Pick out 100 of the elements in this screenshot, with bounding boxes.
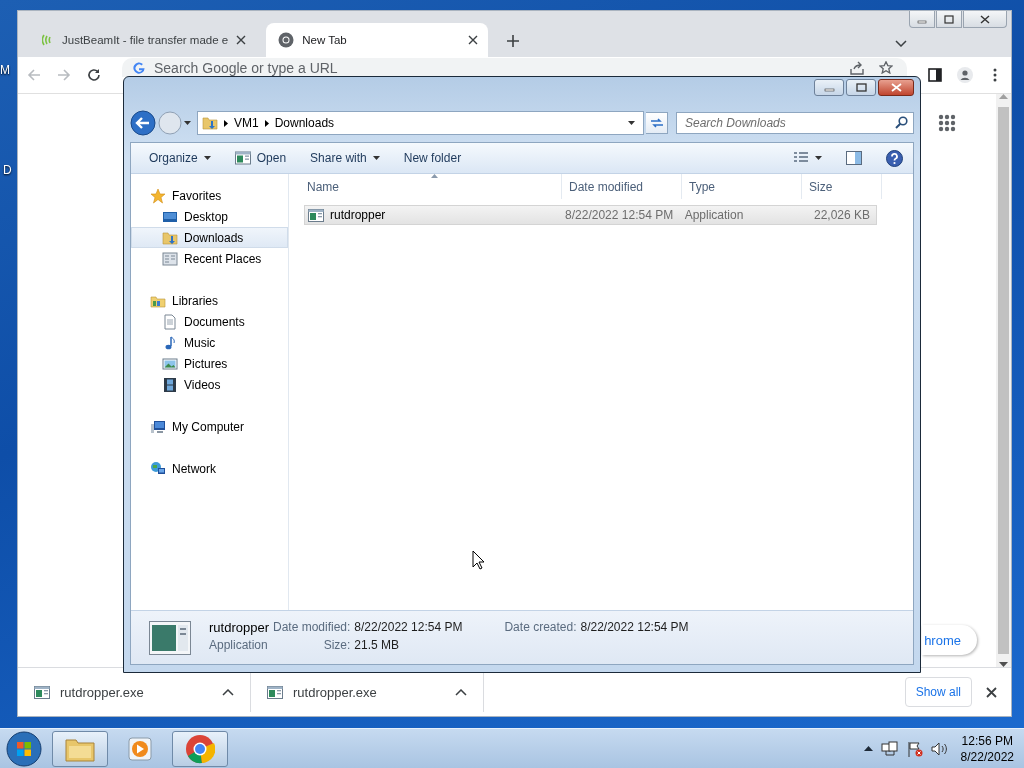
details-value: 21.5 MB bbox=[354, 637, 401, 654]
preview-pane-icon bbox=[846, 151, 862, 165]
minimize-button[interactable] bbox=[814, 79, 844, 96]
nav-item[interactable]: Libraries bbox=[131, 290, 288, 311]
details-label: Size: bbox=[322, 637, 351, 654]
reload-icon bbox=[86, 67, 102, 83]
reload-button[interactable] bbox=[86, 67, 102, 83]
breadcrumb-item[interactable]: Downloads bbox=[274, 116, 335, 130]
refresh-button[interactable] bbox=[646, 112, 668, 134]
nav-item[interactable]: Downloads bbox=[131, 227, 288, 248]
back-button[interactable] bbox=[130, 110, 156, 136]
close-icon bbox=[986, 686, 997, 698]
application-icon bbox=[308, 208, 324, 222]
close-icon bbox=[236, 35, 247, 45]
g-logo-icon bbox=[132, 61, 146, 75]
column-header[interactable]: Type bbox=[682, 174, 802, 199]
arrow-left-icon bbox=[26, 67, 42, 83]
network-icon bbox=[880, 740, 899, 757]
caret-icon bbox=[184, 121, 191, 125]
nav-item[interactable]: Desktop bbox=[131, 206, 288, 227]
details-file-name: rutdropper bbox=[209, 619, 269, 637]
close-downloads-button[interactable] bbox=[986, 686, 997, 698]
taskbar-app-button[interactable] bbox=[52, 730, 108, 767]
maximize-button[interactable] bbox=[846, 79, 876, 96]
nav-item[interactable]: Videos bbox=[131, 374, 288, 395]
profile-button[interactable] bbox=[957, 67, 973, 83]
file-name: rutdropper bbox=[330, 208, 386, 222]
browser-tab[interactable]: JustBeamIt - file transfer made e bbox=[30, 23, 257, 57]
globe-icon bbox=[150, 460, 166, 477]
clock[interactable]: 12:56 PM 8/22/2022 bbox=[956, 732, 1018, 765]
windows-orb-icon bbox=[6, 730, 42, 767]
share-icon bbox=[849, 61, 865, 75]
recent-pages-button[interactable] bbox=[184, 121, 191, 125]
breadcrumb-item[interactable]: VM1 bbox=[234, 116, 259, 130]
close-tab-button[interactable] bbox=[236, 35, 247, 45]
side-panel-button[interactable] bbox=[927, 67, 943, 83]
chevron-up-icon bbox=[222, 688, 234, 696]
clock-date: 8/22/2022 bbox=[960, 748, 1014, 765]
folder-icon bbox=[162, 229, 178, 246]
caret-icon bbox=[628, 121, 635, 125]
application-icon bbox=[234, 151, 251, 165]
application-icon bbox=[34, 685, 50, 699]
details-value: 8/22/2022 12:54 PM bbox=[580, 619, 689, 636]
maximize-icon bbox=[854, 83, 868, 92]
application-icon bbox=[149, 620, 191, 655]
chevron-down-icon bbox=[895, 40, 907, 47]
image-icon bbox=[162, 355, 178, 372]
folder-icon bbox=[202, 115, 218, 131]
star-icon bbox=[879, 61, 893, 74]
application-icon bbox=[267, 685, 283, 699]
help-icon bbox=[886, 149, 903, 167]
taskbar-app-button[interactable] bbox=[172, 730, 228, 767]
close-icon bbox=[979, 14, 991, 24]
grid-icon bbox=[162, 250, 178, 267]
close-icon bbox=[889, 83, 903, 92]
search-field[interactable]: Search Downloads bbox=[676, 112, 914, 134]
close-icon bbox=[468, 35, 479, 45]
column-header[interactable]: Name bbox=[300, 174, 562, 199]
start-button[interactable] bbox=[6, 730, 42, 767]
signal-wave-icon bbox=[42, 32, 54, 48]
nav-item[interactable]: Pictures bbox=[131, 353, 288, 374]
download-menu-button[interactable] bbox=[455, 688, 467, 696]
document-icon bbox=[162, 313, 178, 330]
toolbar-button[interactable]: New folder bbox=[393, 146, 472, 170]
clock-time: 12:56 PM bbox=[961, 732, 1013, 749]
nav-item[interactable]: Documents bbox=[131, 311, 288, 332]
column-header[interactable]: Size bbox=[802, 174, 882, 199]
close-tab-button[interactable] bbox=[468, 35, 479, 45]
close-button[interactable] bbox=[963, 11, 1007, 28]
scrollbar[interactable] bbox=[996, 94, 1011, 667]
computer-icon bbox=[150, 418, 166, 435]
chevron-up-icon bbox=[455, 688, 467, 696]
search-icon bbox=[895, 116, 908, 129]
nav-item[interactable]: Recent Places bbox=[131, 248, 288, 269]
desktop-icon-label: M bbox=[0, 63, 10, 77]
details-label: Date created: bbox=[504, 619, 577, 636]
desktop-icon-label: D bbox=[3, 163, 12, 177]
column-header[interactable]: Date modified bbox=[562, 174, 682, 199]
file-row[interactable]: rutdropper 8/22/2022 12:54 PM Application 22,026 KB bbox=[304, 205, 877, 225]
address-bar[interactable]: VM1 Downloads bbox=[197, 111, 644, 135]
nav-item[interactable]: Music bbox=[131, 332, 288, 353]
nav-item[interactable]: Network bbox=[131, 458, 288, 479]
browser-tab[interactable]: New Tab bbox=[266, 23, 489, 57]
customize-button[interactable]: hrome bbox=[922, 625, 977, 655]
nav-item[interactable]: Favorites bbox=[131, 185, 288, 206]
nav-item[interactable]: My Computer bbox=[131, 416, 288, 437]
show-all-button[interactable]: Show all bbox=[904, 677, 972, 707]
apps-button[interactable] bbox=[938, 114, 956, 132]
details-value: 8/22/2022 12:54 PM bbox=[354, 619, 463, 636]
maximize-button[interactable] bbox=[936, 11, 962, 28]
close-button[interactable] bbox=[878, 79, 914, 96]
toolbar-button[interactable]: Share with bbox=[300, 146, 390, 170]
download-menu-button[interactable] bbox=[222, 688, 234, 696]
speaker-icon bbox=[930, 740, 949, 757]
maximize-icon bbox=[943, 14, 955, 24]
toolbar-button[interactable]: Organize bbox=[139, 146, 221, 170]
new-tab-button[interactable] bbox=[506, 34, 521, 48]
toolbar-button[interactable]: Open bbox=[224, 146, 297, 170]
tab-list-button[interactable] bbox=[895, 40, 907, 47]
table-cell-text: Application bbox=[683, 208, 745, 222]
